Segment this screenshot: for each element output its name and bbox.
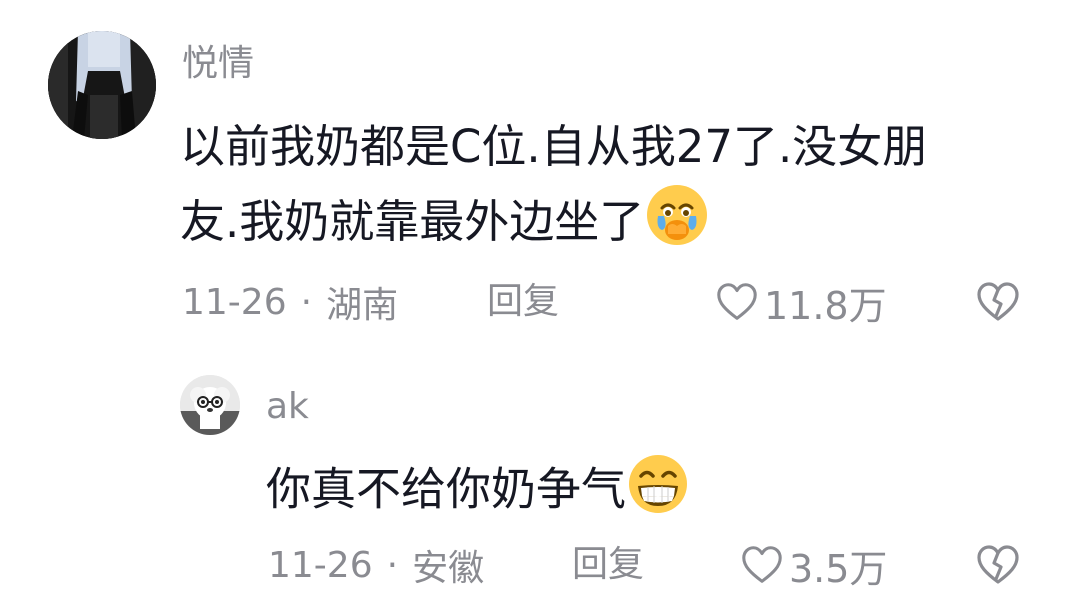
grinning-emoji-icon (626, 452, 690, 533)
broken-heart-icon (977, 282, 1019, 321)
crying-emoji-icon (644, 182, 710, 268)
avatar[interactable] (180, 375, 240, 435)
comment-text-line: 你真不给你奶争气 (266, 462, 627, 516)
broken-heart-icon (977, 545, 1019, 584)
reply-button[interactable]: 回复 (572, 541, 644, 589)
reply-button[interactable]: 回复 (487, 278, 559, 326)
username[interactable]: 悦情 (182, 40, 254, 88)
avatar-image (180, 375, 240, 435)
meta-separator: · (386, 544, 399, 586)
comment-text-line: 以前我奶都是C位.自从我27了.没女朋 (180, 120, 928, 173)
like-count: 11.8万 (764, 283, 887, 328)
avatar[interactable] (48, 31, 156, 139)
comment-text-line: 友.我奶就靠最外边坐了 (180, 182, 927, 268)
comment-text: 以前我奶都是C位.自从我27了.没女朋 友.我奶就靠最外边坐了 (180, 112, 927, 268)
comment-text: 你真不给你奶争气 (266, 452, 690, 533)
like-button[interactable]: 11.8万 (714, 278, 887, 328)
heart-icon (717, 283, 757, 320)
dislike-button[interactable] (974, 278, 1022, 326)
comment-location: 湖南 (326, 285, 399, 326)
heart-icon (742, 546, 782, 583)
avatar-image (48, 31, 156, 139)
comment-meta: 11-26 · 安徽 (268, 541, 485, 590)
dislike-button[interactable] (974, 541, 1022, 589)
comment-text-line-content: 友.我奶就靠最外边坐了 (180, 195, 645, 248)
like-count: 3.5万 (789, 546, 888, 591)
like-button[interactable]: 3.5万 (739, 541, 887, 591)
comment-meta: 11-26 · 湖南 (182, 278, 399, 327)
username[interactable]: ak (266, 383, 309, 431)
comment-date: 11-26 (182, 281, 287, 323)
comment-date: 11-26 (268, 544, 373, 586)
comment-location: 安徽 (412, 548, 485, 589)
meta-separator: · (300, 281, 313, 323)
